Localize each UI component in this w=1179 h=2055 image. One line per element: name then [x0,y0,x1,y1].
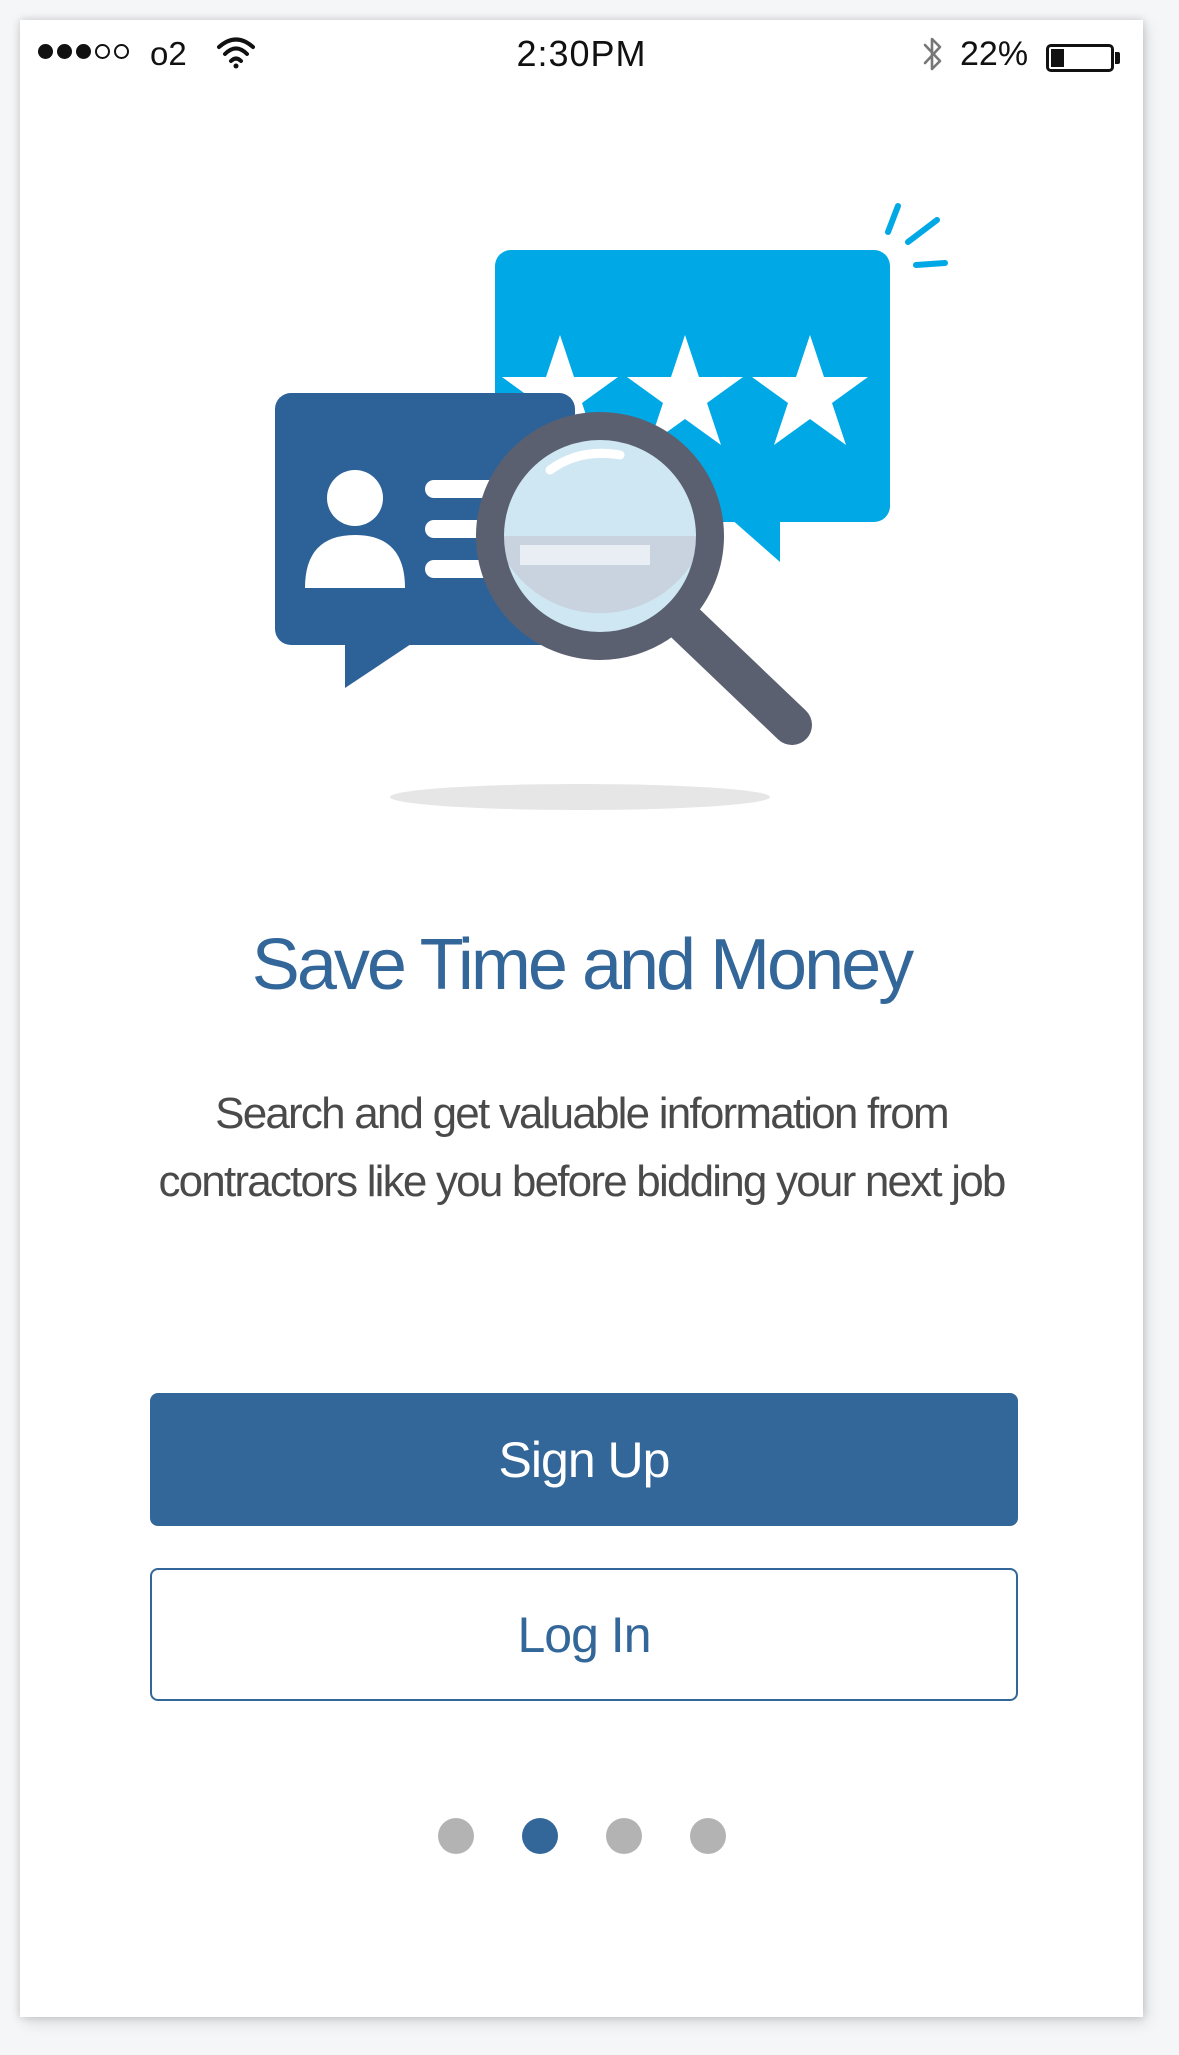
onboarding-screen: o2 2:30PM 22% Save Time and Money Search… [20,20,1143,2017]
log-in-button[interactable]: Log In [150,1568,1018,1701]
subtitle-line: Search and get valuable information from [215,1089,949,1138]
battery-percent: 22% [960,35,1029,73]
page-indicator [20,1818,1143,1854]
page-dot-3[interactable] [605,1818,642,1854]
page-dot-2-active[interactable] [521,1818,558,1854]
battery-cap [1115,52,1120,64]
sign-up-button[interactable]: Sign Up [150,1393,1018,1526]
page-title: Save Time and Money [251,925,914,1005]
status-bar: o2 2:30PM 22% [20,20,1143,100]
illustration-shadow [390,784,770,810]
battery-fill [1051,49,1064,67]
bluetooth-icon [920,34,946,79]
onboarding-illustration [250,180,970,830]
subtitle-line: contractors like you before bidding your… [158,1157,1006,1206]
page-dot-4[interactable] [689,1818,726,1854]
page-subtitle: Search and get valuable information from… [100,1080,1063,1216]
battery-icon [1046,44,1114,72]
page-dot-1[interactable] [437,1818,474,1854]
